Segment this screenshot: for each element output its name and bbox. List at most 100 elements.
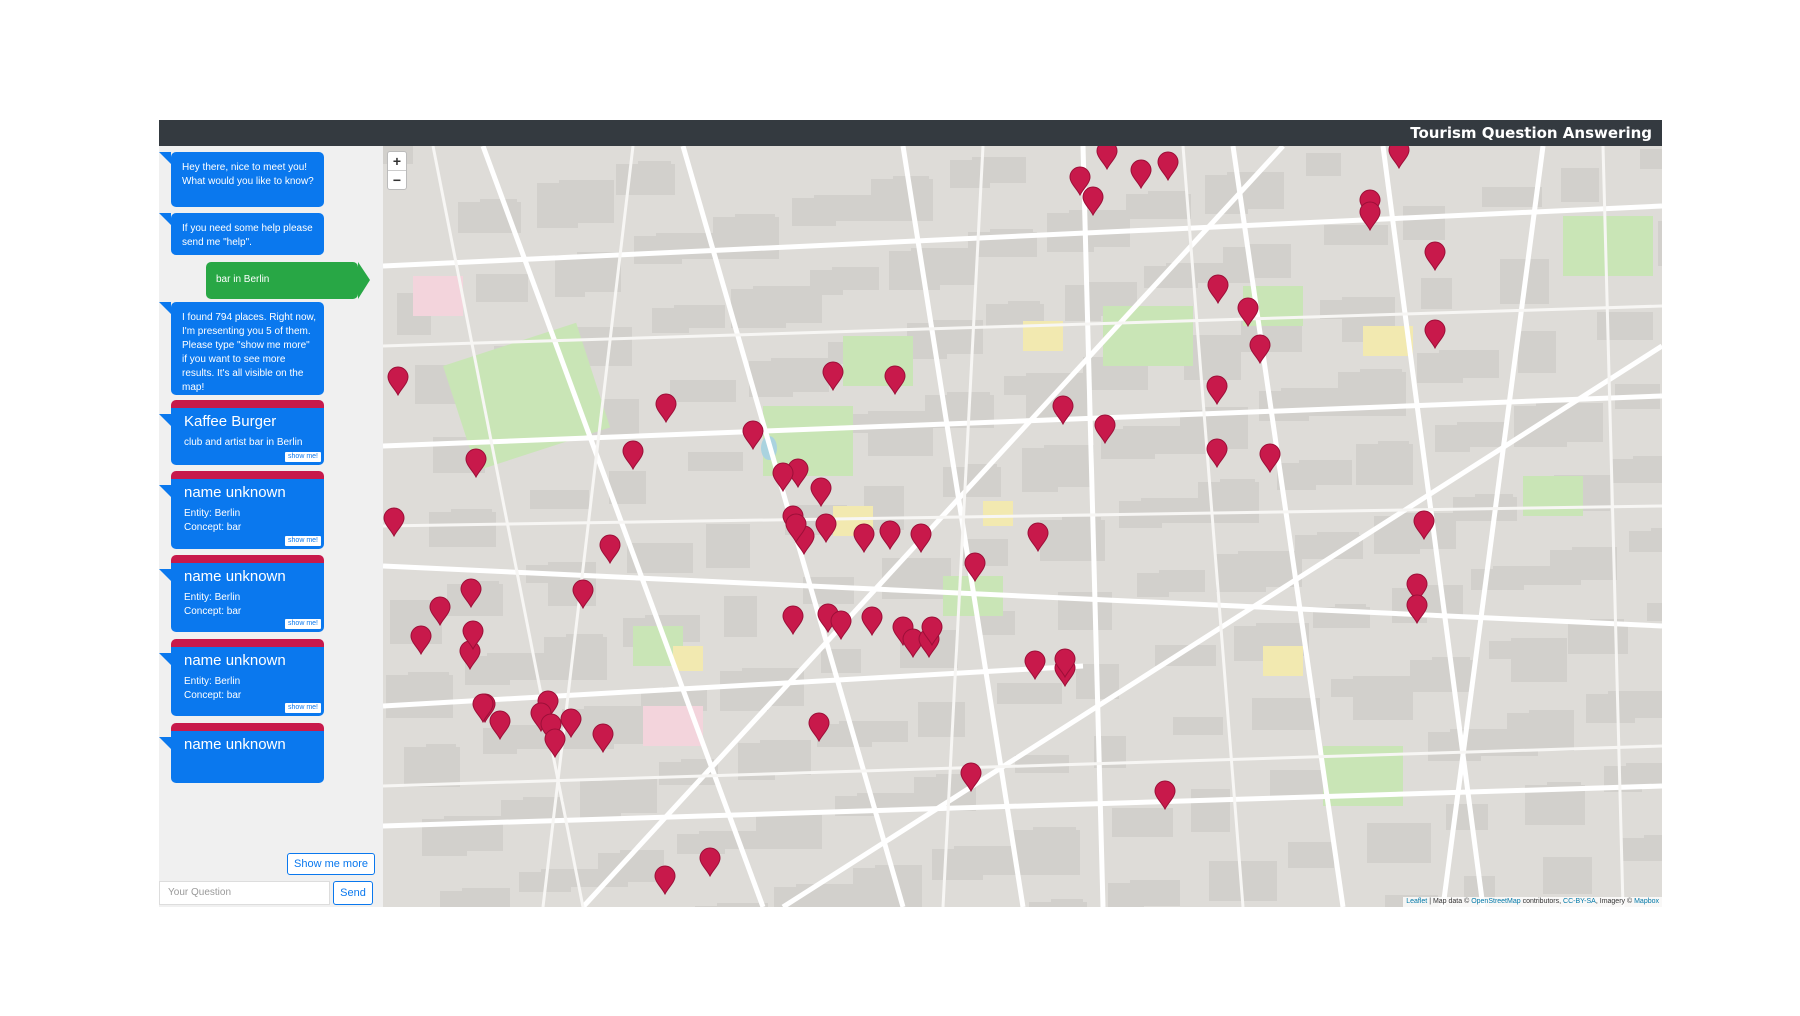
building-block <box>724 596 757 637</box>
show-me-button[interactable]: show me! <box>284 618 322 630</box>
result-card: Kaffee Burger club and artist bar in Ber… <box>159 400 324 465</box>
building-block <box>537 183 578 228</box>
building-block <box>1173 717 1223 735</box>
building-block <box>1417 353 1463 383</box>
building-block <box>476 274 528 302</box>
building-block <box>950 160 990 188</box>
building-block <box>731 289 786 328</box>
building-block <box>853 868 886 907</box>
map-tiles[interactable] <box>383 146 1662 907</box>
building-block <box>756 815 822 849</box>
show-more-button[interactable]: Show me more <box>287 853 375 875</box>
building-block <box>1252 698 1320 730</box>
result-entity: Entity: Berlin <box>184 508 241 519</box>
building-block <box>616 164 675 195</box>
building-block <box>1471 569 1524 590</box>
park-area <box>1523 476 1583 516</box>
message-text: If you need some help please send me "he… <box>182 223 313 248</box>
message-text: Hey there, nice to meet you! What would … <box>182 162 314 187</box>
result-card: name unknown Entity: Berlin Concept: bar… <box>159 555 324 632</box>
result-name: name unknown <box>184 568 286 585</box>
building-block <box>720 671 768 711</box>
building-block <box>889 251 940 290</box>
park-area <box>1103 306 1193 366</box>
building-block <box>1489 641 1531 659</box>
building-block <box>1597 312 1653 340</box>
building-block <box>792 198 836 226</box>
landuse-area <box>1263 646 1303 676</box>
building-block <box>1198 482 1259 523</box>
message-text: I found 794 places. Right now, I'm prese… <box>182 312 316 393</box>
building-block <box>871 179 933 221</box>
show-me-button[interactable]: show me! <box>284 451 322 463</box>
mapbox-link[interactable]: Mapbox <box>1634 898 1659 905</box>
building-block <box>1611 459 1662 483</box>
building-block <box>1331 679 1377 697</box>
building-block <box>555 255 585 297</box>
landuse-area <box>673 646 703 671</box>
building-block <box>1435 425 1470 452</box>
building-block <box>1324 225 1388 245</box>
show-me-button[interactable]: show me! <box>284 535 322 547</box>
building-block <box>688 452 743 471</box>
zoom-in-button[interactable]: + <box>388 152 406 171</box>
building-block <box>1112 808 1173 837</box>
building-block <box>440 891 474 907</box>
show-me-button[interactable]: show me! <box>284 702 322 714</box>
app-title: Tourism Question Answering <box>1410 124 1652 142</box>
result-name: name unknown <box>184 484 286 501</box>
building-block <box>652 308 689 333</box>
result-entity: Entity: Berlin <box>184 592 241 603</box>
result-concept: Concept: bar <box>184 522 242 533</box>
building-block <box>1191 789 1230 832</box>
chat-messages[interactable]: Hey there, nice to meet you! What would … <box>159 146 383 849</box>
building-block <box>1568 622 1628 654</box>
building-block <box>1543 857 1592 894</box>
building-block <box>1011 830 1080 875</box>
result-card: name unknown <box>159 723 324 783</box>
building-block <box>1065 285 1101 321</box>
app-window: Tourism Question Answering Hey there, ni… <box>159 120 1662 907</box>
building-block <box>713 217 779 259</box>
question-input[interactable]: Your Question <box>159 881 330 905</box>
building-block <box>1561 168 1599 202</box>
building-block <box>918 702 965 737</box>
zoom-out-button[interactable]: − <box>388 171 406 189</box>
building-block <box>1647 603 1662 621</box>
osm-link[interactable]: OpenStreetMap <box>1471 898 1520 905</box>
attribution-text: | Map data © <box>1427 898 1472 905</box>
building-block <box>1374 516 1420 554</box>
send-button[interactable]: Send <box>333 881 373 905</box>
building-block <box>1022 448 1058 492</box>
result-name: name unknown <box>184 652 286 669</box>
building-block <box>1004 376 1051 395</box>
result-card: name unknown Entity: Berlin Concept: bar… <box>159 471 324 549</box>
building-block <box>1550 550 1581 585</box>
landuse-area <box>413 276 463 316</box>
result-description: club and artist bar in Berlin <box>184 437 303 448</box>
building-block <box>932 849 983 880</box>
building-block <box>530 490 589 509</box>
building-block <box>706 524 750 568</box>
building-block <box>1428 732 1481 761</box>
building-block <box>1586 694 1635 723</box>
building-block <box>670 380 736 402</box>
leaflet-link[interactable]: Leaflet <box>1406 898 1427 905</box>
bot-message: If you need some help please send me "he… <box>159 213 324 255</box>
building-block <box>1622 838 1662 861</box>
building-block <box>1629 531 1662 552</box>
bot-message: Hey there, nice to meet you! What would … <box>159 152 324 207</box>
user-message: bar in Berlin <box>206 262 370 299</box>
building-block <box>1288 842 1334 868</box>
building-block <box>1216 554 1266 592</box>
result-name: name unknown <box>184 736 286 753</box>
building-block <box>1410 660 1474 692</box>
park-area <box>1563 216 1653 276</box>
chat-panel: Hey there, nice to meet you! What would … <box>159 146 383 907</box>
building-block <box>1126 194 1191 219</box>
map-view[interactable]: + − Leaflet | Map data © OpenStreetMap c… <box>383 146 1662 907</box>
building-block <box>997 683 1062 704</box>
bot-message: I found 794 places. Right now, I'm prese… <box>159 302 324 395</box>
landuse-area <box>983 501 1013 526</box>
license-link[interactable]: CC-BY-SA <box>1563 898 1596 905</box>
